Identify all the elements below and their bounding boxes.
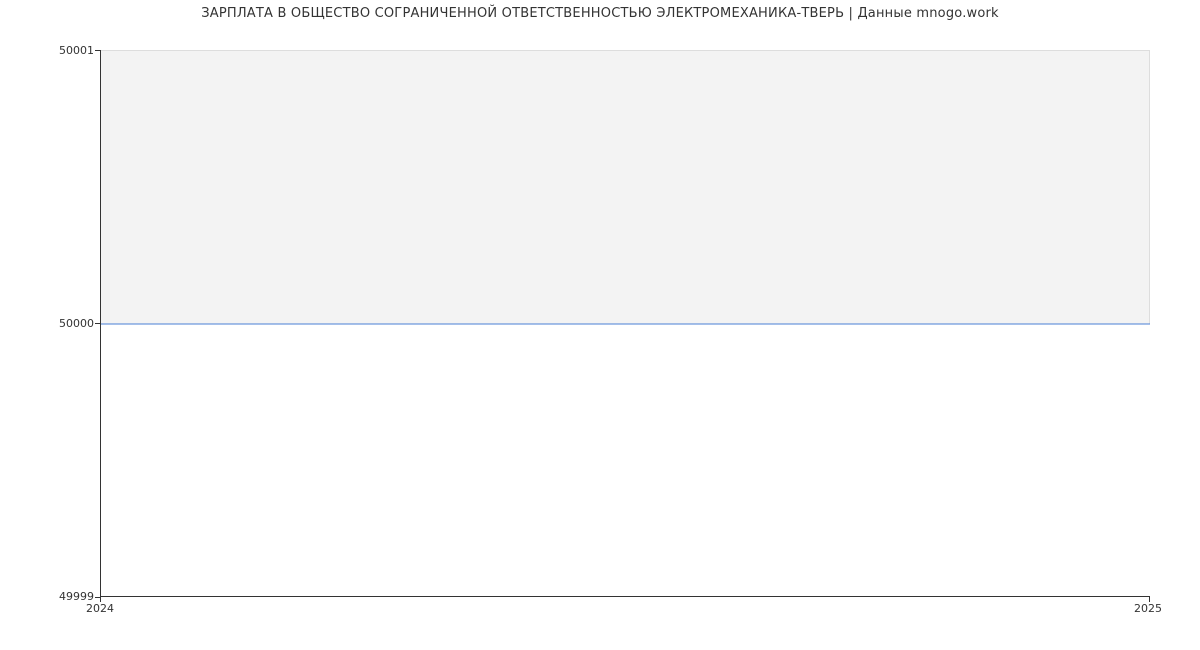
series-line-salary [100,323,1150,324]
x-axis [100,596,1150,597]
y-tick-label: 49999 [4,590,94,603]
plot-lower-band [100,324,1150,598]
plot-upper-band [100,50,1150,324]
chart-title: ЗАРПЛАТА В ОБЩЕСТВО СОГРАНИЧЕННОЙ ОТВЕТС… [0,6,1200,21]
salary-chart: ЗАРПЛАТА В ОБЩЕСТВО СОГРАНИЧЕННОЙ ОТВЕТС… [0,0,1200,650]
y-tick-label: 50000 [4,317,94,330]
y-tick-mark [95,323,100,324]
y-axis [100,50,101,597]
plot-area [100,50,1150,597]
y-tick-label: 50001 [4,44,94,57]
y-tick-mark [95,50,100,51]
x-tick-label: 2025 [1134,602,1162,615]
x-tick-label: 2024 [86,602,114,615]
